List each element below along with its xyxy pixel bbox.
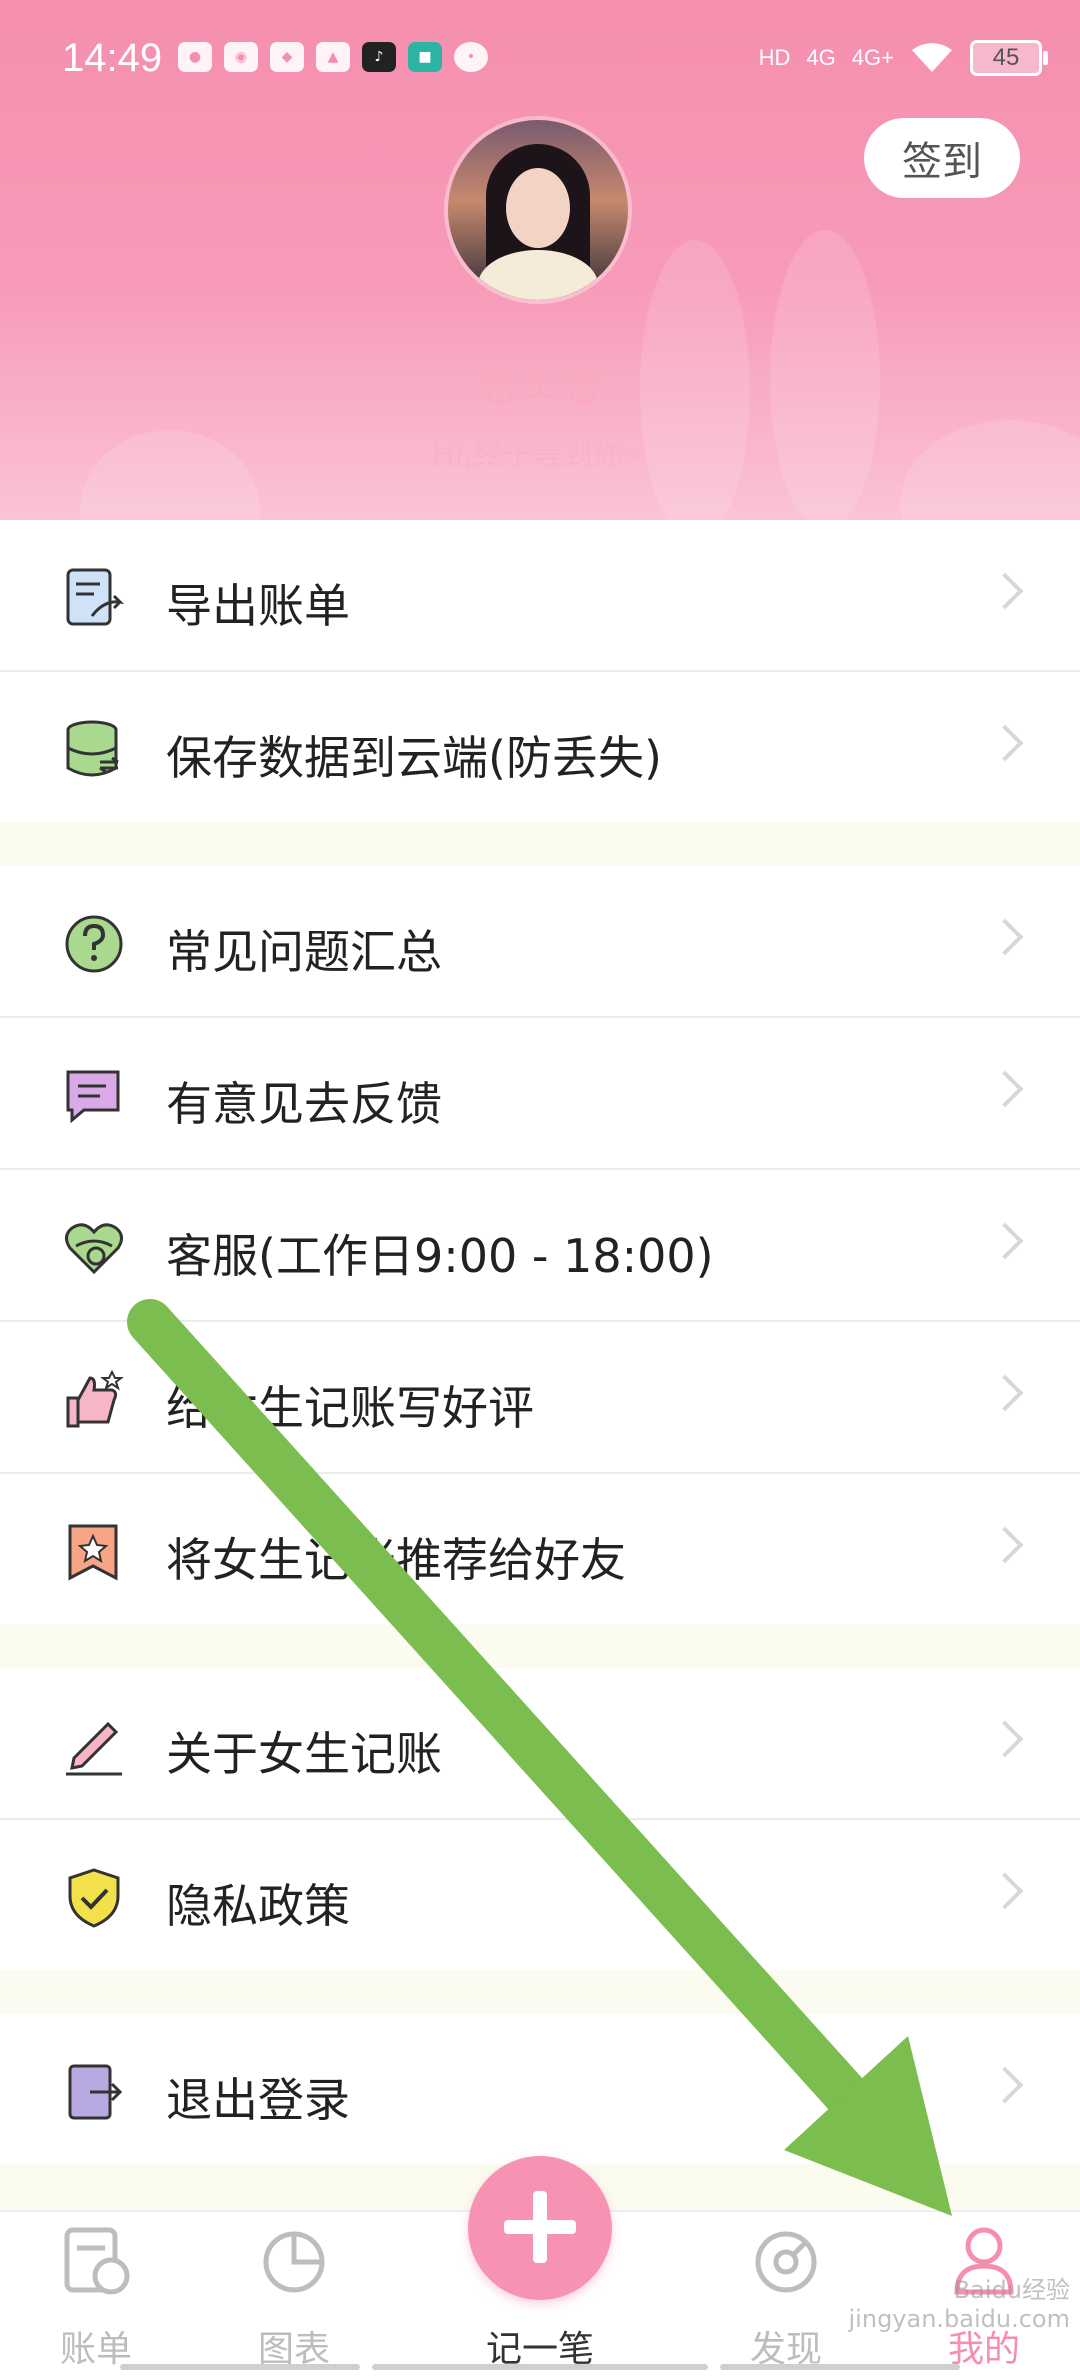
menu-item-logout[interactable]: 退出登录 <box>0 2014 1080 2164</box>
chevron-right-icon <box>986 724 1024 762</box>
battery-icon: 45 <box>970 40 1048 76</box>
shield-check-icon <box>68 1868 120 1928</box>
wechat-icon: ● <box>178 42 212 72</box>
avatar-face <box>506 168 570 248</box>
avatar[interactable] <box>448 120 628 300</box>
chevron-right-icon <box>986 1374 1024 1412</box>
5g-icon: ▲ <box>316 42 350 72</box>
notification-icons: ● ◉ ◆ ▲ ♪ ■ • <box>178 42 488 72</box>
chevron-right-icon <box>986 1720 1024 1758</box>
tiktok-icon: ♪ <box>362 42 396 72</box>
menu-item-about[interactable]: 关于女生记账 <box>0 1668 1080 1820</box>
menu-item-label: 退出登录 <box>166 2073 350 2127</box>
cloud-database-icon <box>66 720 119 777</box>
question-icon <box>65 915 123 973</box>
feedback-icon <box>66 1070 120 1124</box>
wifi-icon <box>912 43 952 72</box>
signal-4g-icon: 4G <box>806 45 836 70</box>
menu-item-label: 常见问题汇总 <box>166 925 442 979</box>
recommend-star-icon <box>68 1524 118 1581</box>
watermark: Baidu经验 jingyan.baidu.com <box>848 2276 1070 2333</box>
menu-item-label: 有意见去反馈 <box>166 1077 442 1131</box>
user-greeting: Hi,终于等到你~ <box>432 438 648 473</box>
menu-group-about: 关于女生记账 隐私政策 <box>0 1668 1080 1970</box>
tab-chart[interactable]: 图表 <box>224 2212 364 2378</box>
bill-icon <box>64 2227 130 2295</box>
menu-item-label: 隐私政策 <box>166 1879 350 1933</box>
menu-item-label: 保存数据到云端(防丢失) <box>166 731 662 785</box>
tab-bill[interactable]: 账单 <box>26 2212 166 2378</box>
menu-item-label: 客服(工作日9:00 - 18:00) <box>166 1229 714 1283</box>
chevron-right-icon <box>986 572 1024 610</box>
chevron-right-icon <box>986 918 1024 956</box>
boss-icon: ■ <box>408 42 442 72</box>
add-record-button[interactable] <box>468 2156 612 2300</box>
menu-group-account: 退出登录 <box>0 2014 1080 2164</box>
message-icon: • <box>454 42 488 72</box>
chevron-right-icon <box>986 1070 1024 1108</box>
menu-item-faq[interactable]: 常见问题汇总 <box>0 866 1080 1018</box>
customer-service-icon <box>65 1223 123 1275</box>
chevron-right-icon <box>986 2066 1024 2104</box>
nav-indicator <box>372 2364 708 2370</box>
chevron-right-icon <box>986 1526 1024 1564</box>
pencil-icon <box>66 1721 122 1776</box>
menu-item-customer-service[interactable]: 客服(工作日9:00 - 18:00) <box>0 1170 1080 1322</box>
menu-item-label: 将女生记账推荐给好友 <box>166 1533 626 1587</box>
menu-item-recommend[interactable]: 将女生记账推荐给好友 <box>0 1474 1080 1624</box>
menu-item-label: 给女生记账写好评 <box>166 1381 534 1435</box>
settings-menu: 导出账单 保存数据到云端(防丢失) 常见问题汇总 有意见去反馈 客服(工作日9:… <box>0 520 1080 2208</box>
menu-item-rate-app[interactable]: 给女生记账写好评 <box>0 1322 1080 1474</box>
chevron-right-icon <box>986 1872 1024 1910</box>
thumbs-up-icon <box>66 1369 124 1428</box>
nav-indicator <box>120 2364 360 2370</box>
profile-header: 14:49 ● ◉ ◆ ▲ ♪ ■ • HD 4G 4G+ 45 签到 장조영 … <box>0 0 1080 520</box>
signal-4g-plus-icon: 4G+ <box>851 45 894 70</box>
nav-indicator <box>720 2364 960 2370</box>
menu-item-cloud-backup[interactable]: 保存数据到云端(防丢失) <box>0 672 1080 822</box>
menu-item-label: 关于女生记账 <box>166 1727 442 1781</box>
menu-group-data: 导出账单 保存数据到云端(防丢失) <box>0 520 1080 822</box>
menu-item-export-bill[interactable]: 导出账单 <box>0 520 1080 672</box>
user-name: 장조영 <box>479 359 601 410</box>
chart-icon <box>263 2231 325 2293</box>
app-icon: ◆ <box>270 42 304 72</box>
menu-item-feedback[interactable]: 有意见去反馈 <box>0 1018 1080 1170</box>
menu-item-label: 导出账单 <box>166 579 350 633</box>
hd-icon: HD <box>758 45 791 70</box>
system-icons: HD 4G 4G+ 45 <box>758 40 1048 76</box>
status-time: 14:49 <box>62 36 163 80</box>
discover-icon <box>755 2231 817 2293</box>
status-bar: 14:49 ● ◉ ◆ ▲ ♪ ■ • HD 4G 4G+ 45 <box>0 0 1080 110</box>
export-bill-icon <box>66 568 125 626</box>
weibo-icon: ◉ <box>224 42 258 72</box>
menu-group-help: 常见问题汇总 有意见去反馈 客服(工作日9:00 - 18:00) 给女生记账写… <box>0 866 1080 1624</box>
logout-icon <box>68 2064 123 2120</box>
signin-button[interactable]: 签到 <box>864 118 1020 198</box>
menu-item-privacy[interactable]: 隐私政策 <box>0 1820 1080 1970</box>
chevron-right-icon <box>986 1222 1024 1260</box>
